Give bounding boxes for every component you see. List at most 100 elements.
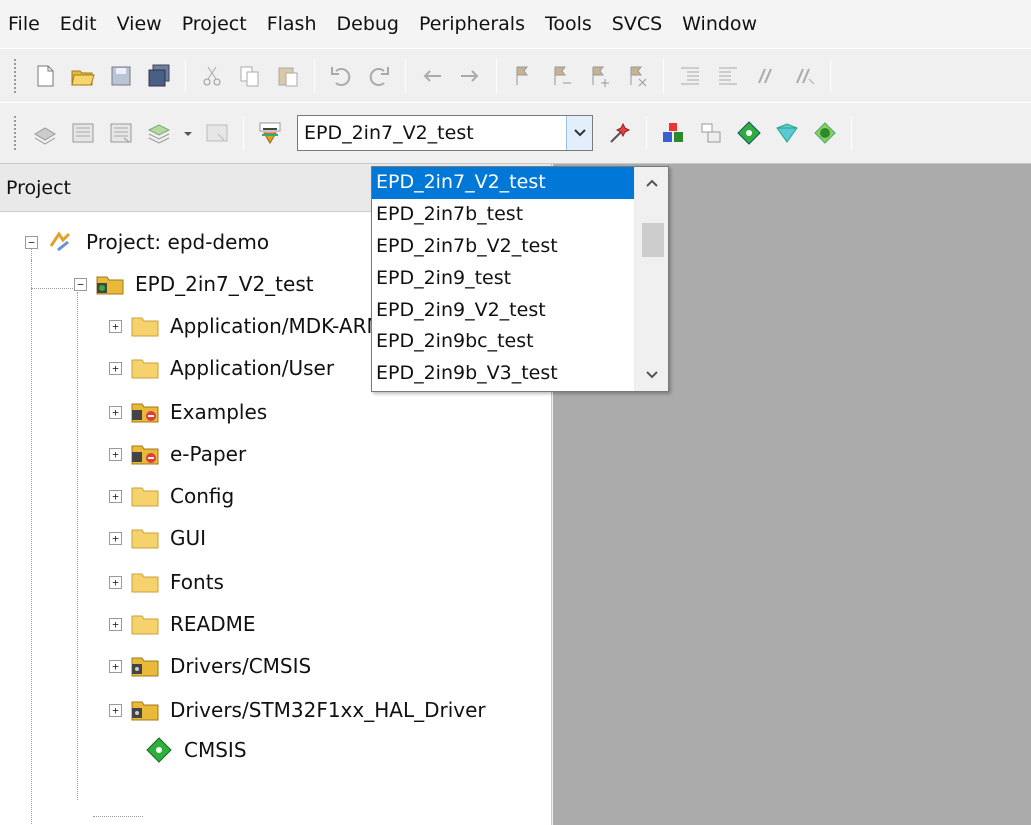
cut-icon[interactable] — [197, 61, 227, 91]
save-icon[interactable] — [106, 61, 136, 91]
tree-group[interactable]: + Config — [109, 476, 234, 516]
uncomment-icon[interactable] — [789, 61, 819, 91]
target-options-icon[interactable] — [605, 118, 635, 148]
menu-file[interactable]: File — [0, 0, 50, 48]
expand-icon[interactable]: + — [109, 361, 122, 375]
bookmark-next-icon[interactable] — [584, 61, 614, 91]
target-select[interactable]: EPD_2in7_V2_test — [297, 115, 593, 151]
tree-group[interactable]: + GUI — [109, 518, 206, 558]
tree-group-label: Drivers/CMSIS — [170, 654, 312, 678]
library-folder-icon — [130, 653, 160, 679]
chevron-up-icon[interactable] — [635, 169, 669, 197]
tree-root[interactable]: − Project: epd-demo — [25, 222, 269, 262]
batch-dropdown-icon[interactable] — [182, 118, 194, 148]
tree-group-label: Application/User — [170, 356, 335, 380]
tree-group-label: Drivers/STM32F1xx_HAL_Driver — [170, 698, 486, 722]
copy-icon[interactable] — [235, 61, 265, 91]
manage-components-icon[interactable] — [696, 118, 726, 148]
build-icon[interactable] — [68, 118, 98, 148]
target-dropdown-button[interactable] — [566, 116, 592, 150]
expand-icon[interactable]: + — [109, 405, 122, 419]
expand-icon[interactable]: + — [109, 617, 122, 631]
run-time-environment-icon[interactable] — [734, 118, 764, 148]
chevron-down-icon[interactable] — [635, 361, 669, 389]
tree-group[interactable]: + Drivers/STM32F1xx_HAL_Driver — [109, 690, 486, 730]
tree-group[interactable]: + Application/User — [109, 348, 334, 388]
target-option[interactable]: EPD_2in9_V2_test — [372, 295, 634, 327]
scrollbar-thumb[interactable] — [642, 223, 664, 257]
open-folder-icon[interactable] — [68, 61, 98, 91]
expand-icon[interactable]: + — [109, 575, 122, 589]
toolbar-grip[interactable] — [14, 116, 18, 150]
pack-installer-icon[interactable] — [772, 118, 802, 148]
unindent-icon[interactable] — [713, 61, 743, 91]
tree-group-label: Examples — [170, 400, 268, 424]
translate-icon[interactable] — [30, 118, 60, 148]
expand-icon[interactable]: + — [109, 531, 122, 545]
batch-build-icon[interactable] — [144, 118, 174, 148]
indent-icon[interactable] — [675, 61, 705, 91]
menu-flash[interactable]: Flash — [257, 0, 327, 48]
expand-icon[interactable]: + — [109, 489, 122, 503]
tree-target[interactable]: − EPD_2in7_V2_test — [74, 264, 314, 304]
expand-icon[interactable]: + — [109, 659, 122, 673]
toolbar-separator — [663, 58, 664, 93]
menu-window[interactable]: Window — [672, 0, 767, 48]
expand-icon[interactable]: + — [109, 319, 122, 333]
menu-peripherals[interactable]: Peripherals — [409, 0, 535, 48]
target-option[interactable]: EPD_2in9_test — [372, 263, 634, 295]
tree-line — [31, 260, 32, 825]
undo-icon[interactable] — [326, 61, 356, 91]
tree-group[interactable]: + Examples — [109, 392, 267, 432]
menu-view[interactable]: View — [107, 0, 172, 48]
folder-icon — [130, 525, 160, 551]
rebuild-icon[interactable] — [106, 118, 136, 148]
tree-group[interactable]: + Application/MDK-ARM — [109, 306, 384, 346]
target-options-list: EPD_2in7_V2_test EPD_2in7b_test EPD_2in7… — [372, 167, 634, 391]
toolbar-grip[interactable] — [14, 58, 18, 93]
tree-group[interactable]: + README — [109, 604, 256, 644]
expand-icon[interactable]: + — [109, 447, 122, 461]
tree-root-label: Project: epd-demo — [86, 230, 270, 254]
tree-group-label: README — [170, 612, 256, 636]
collapse-icon[interactable]: − — [25, 235, 38, 249]
toolbar-separator — [314, 58, 315, 93]
comment-icon[interactable] — [751, 61, 781, 91]
target-dropdown-list: EPD_2in7_V2_test EPD_2in7b_test EPD_2in7… — [371, 166, 669, 392]
target-option[interactable]: EPD_2in7b_V2_test — [372, 231, 634, 263]
tree-group[interactable]: + Fonts — [109, 562, 224, 602]
bookmark-prev-icon[interactable] — [546, 61, 576, 91]
expand-icon[interactable]: + — [109, 703, 122, 717]
menu-project[interactable]: Project — [172, 0, 257, 48]
paste-icon[interactable] — [273, 61, 303, 91]
target-option[interactable]: EPD_2in9bc_test — [372, 326, 634, 358]
tree-component-label: CMSIS — [184, 738, 247, 762]
bookmark-clear-icon[interactable] — [622, 61, 652, 91]
target-option[interactable]: EPD_2in7_V2_test — [372, 167, 634, 199]
tree-line — [77, 292, 78, 800]
folder-icon — [130, 611, 160, 637]
save-all-icon[interactable] — [144, 61, 174, 91]
menu-edit[interactable]: Edit — [50, 0, 107, 48]
redo-icon[interactable] — [364, 61, 394, 91]
menu-svcs[interactable]: SVCS — [602, 0, 672, 48]
menu-tools[interactable]: Tools — [535, 0, 602, 48]
tree-component[interactable]: CMSIS — [144, 730, 247, 770]
dropdown-scrollbar[interactable] — [634, 167, 668, 391]
target-option[interactable]: EPD_2in9b_V3_test — [372, 358, 634, 390]
target-option[interactable]: EPD_2in7b_test — [372, 199, 634, 231]
bookmark-toggle-icon[interactable] — [508, 61, 538, 91]
load-download-icon[interactable] — [255, 118, 285, 148]
collapse-icon[interactable]: − — [74, 277, 87, 291]
folder-icon — [130, 313, 160, 339]
menu-debug[interactable]: Debug — [327, 0, 409, 48]
tree-group[interactable]: + e-Paper — [109, 434, 246, 474]
file-extensions-icon[interactable] — [658, 118, 688, 148]
tree-group[interactable]: + Drivers/CMSIS — [109, 646, 311, 686]
stop-build-icon[interactable] — [202, 118, 232, 148]
navigate-back-icon[interactable] — [417, 61, 447, 91]
new-file-icon[interactable] — [30, 61, 60, 91]
tree-target-label: EPD_2in7_V2_test — [135, 272, 314, 296]
navigate-forward-icon[interactable] — [455, 61, 485, 91]
select-software-packs-icon[interactable] — [810, 118, 840, 148]
